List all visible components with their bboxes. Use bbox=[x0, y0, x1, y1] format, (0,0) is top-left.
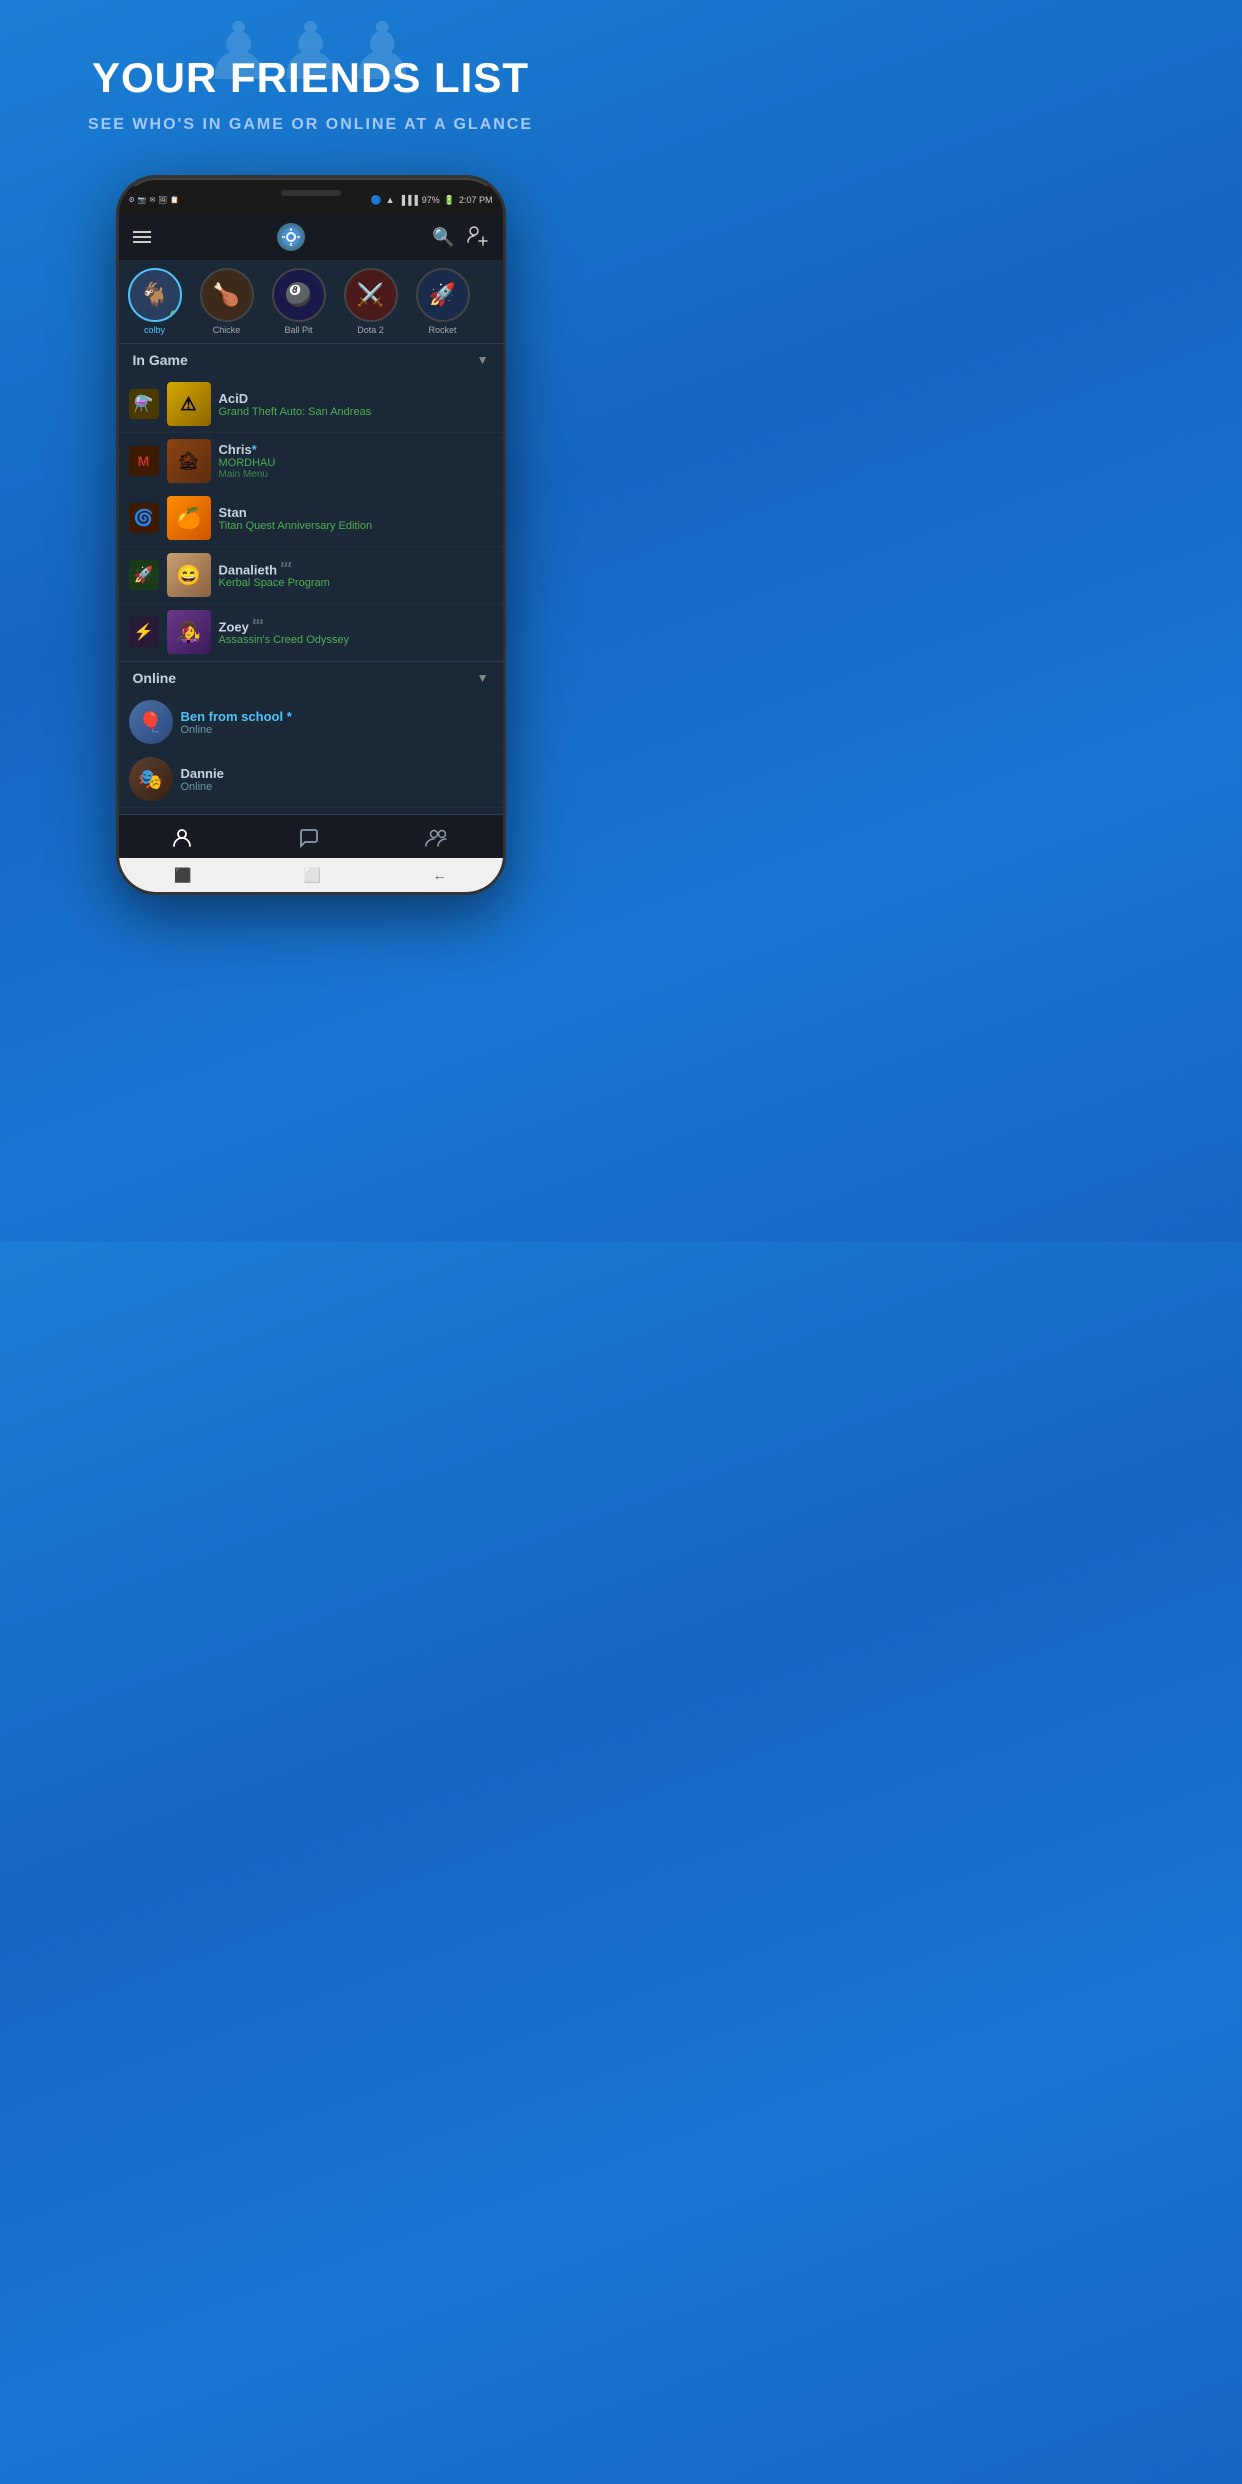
friend-item-acid[interactable]: ⚗️ ⚠ AciD Grand Theft Auto: San Andreas bbox=[119, 376, 503, 433]
friend-game-acid: Grand Theft Auto: San Andreas bbox=[219, 406, 493, 418]
game-label-rocket: Rocket bbox=[428, 325, 456, 335]
game-avatar-rocket: 🚀 bbox=[416, 268, 470, 322]
friend-name-chris: Chris* bbox=[219, 442, 493, 457]
game-avatar-chicken: 🍗 bbox=[200, 268, 254, 322]
steam-header: 🔍 bbox=[119, 214, 503, 260]
online-section-header[interactable]: Online ▼ bbox=[119, 661, 503, 694]
friend-name-ben: Ben from school * bbox=[181, 709, 493, 724]
game-avatar-dota: ⚔️ bbox=[344, 268, 398, 322]
search-icon[interactable]: 🔍 bbox=[432, 227, 454, 248]
hamburger-menu[interactable] bbox=[133, 231, 151, 243]
friend-name-stan: Stan bbox=[219, 505, 493, 520]
android-home-btn[interactable]: ⬜ bbox=[303, 867, 320, 884]
friend-item-danalieth[interactable]: 🚀 😄 Danalieth ᶻᶻᶻ Kerbal Space Program bbox=[119, 547, 503, 604]
page-subtitle: SEE WHO'S IN GAME OR ONLINE AT A GLANCE bbox=[30, 113, 591, 137]
in-game-title: In Game bbox=[133, 352, 188, 368]
friend-item-dannie[interactable]: 🎭 Dannie Online bbox=[119, 751, 503, 808]
game-label-dota: Dota 2 bbox=[357, 325, 384, 335]
online-chevron: ▼ bbox=[477, 671, 489, 685]
friend-name-acid: AciD bbox=[219, 391, 493, 406]
game-avatar-ballpit: 🎱 bbox=[272, 268, 326, 322]
recent-game-item-1[interactable]: 🍗 Chicke bbox=[191, 268, 263, 335]
friend-info-danalieth: Danalieth ᶻᶻᶻ Kerbal Space Program bbox=[219, 561, 493, 589]
friend-status-ben: Online bbox=[181, 724, 493, 736]
friend-status-icon-chris: M bbox=[129, 446, 159, 476]
steam-logo bbox=[277, 223, 305, 251]
android-navigation: ⬛ ⬜ ← bbox=[119, 858, 503, 892]
recent-game-item-3[interactable]: ⚔️ Dota 2 bbox=[335, 268, 407, 335]
phone-screen: ⚙ 📷 ✉ 🖼 📋 🔵 ▲ ▐▐▐ 97% 🔋 2:07 PM bbox=[116, 175, 506, 895]
clock: 2:07 PM bbox=[459, 195, 493, 205]
add-friend-icon[interactable] bbox=[466, 224, 488, 251]
android-back-btn[interactable]: ← bbox=[433, 867, 447, 883]
friend-info-zoey: Zoey ᶻᶻᶻ Assassin's Creed Odyssey bbox=[219, 618, 493, 646]
phone-speaker bbox=[281, 190, 341, 196]
game-label-chicken: Chicke bbox=[213, 325, 241, 335]
friend-avatar-stan: 🍊 bbox=[167, 496, 211, 540]
friend-item-zoey[interactable]: ⚡ 👩‍🎤 Zoey ᶻᶻᶻ Assassin's Creed Odyssey bbox=[119, 604, 503, 661]
friend-avatar-dannie: 🎭 bbox=[129, 757, 173, 801]
friend-status-icon-zoey: ⚡ bbox=[129, 617, 159, 647]
friend-info-stan: Stan Titan Quest Anniversary Edition bbox=[219, 505, 493, 532]
online-title: Online bbox=[133, 670, 177, 686]
user-label: colby bbox=[144, 325, 165, 335]
in-game-chevron: ▼ bbox=[477, 353, 489, 367]
friend-status-icon-danalieth: 🚀 bbox=[129, 560, 159, 590]
signal-icon: ▐▐▐ bbox=[399, 195, 418, 205]
friend-game-chris: MORDHAU bbox=[219, 457, 493, 469]
nav-btn-groups[interactable] bbox=[404, 820, 470, 854]
page-title: YOUR FRIENDS LIST bbox=[30, 55, 591, 101]
friend-info-acid: AciD Grand Theft Auto: San Andreas bbox=[219, 391, 493, 418]
phone-mockup: ⚙ 📷 ✉ 🖼 📋 🔵 ▲ ▐▐▐ 97% 🔋 2:07 PM bbox=[116, 175, 506, 895]
status-left-icons: ⚙ 📷 ✉ 🖼 📋 bbox=[129, 196, 179, 204]
header-section: YOUR FRIENDS LIST SEE WHO'S IN GAME OR O… bbox=[0, 0, 621, 157]
game-label-ballpit: Ball Pit bbox=[284, 325, 312, 335]
friend-name-danalieth: Danalieth ᶻᶻᶻ bbox=[219, 561, 493, 577]
friend-info-ben: Ben from school * Online bbox=[181, 709, 493, 736]
friend-avatar-danalieth: 😄 bbox=[167, 553, 211, 597]
phone-side-button bbox=[116, 358, 118, 408]
friends-list[interactable]: ⚗️ ⚠ AciD Grand Theft Auto: San Andreas bbox=[119, 376, 503, 814]
recent-game-item-2[interactable]: 🎱 Ball Pit bbox=[263, 268, 335, 335]
friend-game-zoey: Assassin's Creed Odyssey bbox=[219, 634, 493, 646]
friend-info-chris: Chris* MORDHAU Main Menu bbox=[219, 442, 493, 480]
friend-status-icon-stan: 🌀 bbox=[129, 503, 159, 533]
friend-submenu-chris: Main Menu bbox=[219, 469, 493, 480]
header-action-icons: 🔍 bbox=[432, 224, 488, 251]
wifi-icon: ▲ bbox=[386, 195, 395, 205]
friend-game-danalieth: Kerbal Space Program bbox=[219, 577, 493, 589]
nav-btn-chat[interactable] bbox=[277, 820, 339, 854]
in-game-section-header[interactable]: In Game ▼ bbox=[119, 343, 503, 376]
recent-game-item-4[interactable]: 🚀 Rocket bbox=[407, 268, 479, 335]
friend-info-dannie: Dannie Online bbox=[181, 766, 493, 793]
battery-icon: 🔋 bbox=[444, 195, 455, 206]
friend-avatar-ben: 🎈 bbox=[129, 700, 173, 744]
bluetooth-icon: 🔵 bbox=[370, 195, 381, 206]
friend-name-dannie: Dannie bbox=[181, 766, 493, 781]
friend-item-stan[interactable]: 🌀 🍊 Stan Titan Quest Anniversary Edition bbox=[119, 490, 503, 547]
friend-name-zoey: Zoey ᶻᶻᶻ bbox=[219, 618, 493, 634]
friend-item-ben[interactable]: 🎈 Ben from school * Online bbox=[119, 694, 503, 751]
friend-status-icon-acid: ⚗️ bbox=[129, 389, 159, 419]
user-avatar: 🐐 bbox=[128, 268, 182, 322]
online-indicator bbox=[169, 309, 179, 319]
friend-avatar-zoey: 👩‍🎤 bbox=[167, 610, 211, 654]
app-screen: 🔍 🐐 bbox=[119, 214, 503, 892]
bottom-navigation bbox=[119, 814, 503, 858]
user-avatar-item[interactable]: 🐐 colby bbox=[119, 268, 191, 335]
friend-item-chris[interactable]: M 🏚 Chris* MORDHAU Main Menu bbox=[119, 433, 503, 490]
friend-avatar-acid: ⚠ bbox=[167, 382, 211, 426]
nav-btn-profile[interactable] bbox=[151, 820, 213, 854]
android-recent-btn[interactable]: ⬛ bbox=[174, 867, 191, 884]
recent-games-strip: 🐐 colby 🍗 Chicke 🎱 Ba bbox=[119, 260, 503, 343]
battery-percent: 97% bbox=[422, 195, 440, 205]
friend-game-stan: Titan Quest Anniversary Edition bbox=[219, 520, 493, 532]
status-right-info: 🔵 ▲ ▐▐▐ 97% 🔋 2:07 PM bbox=[370, 195, 492, 206]
friend-avatar-chris: 🏚 bbox=[167, 439, 211, 483]
friend-status-dannie: Online bbox=[181, 781, 493, 793]
